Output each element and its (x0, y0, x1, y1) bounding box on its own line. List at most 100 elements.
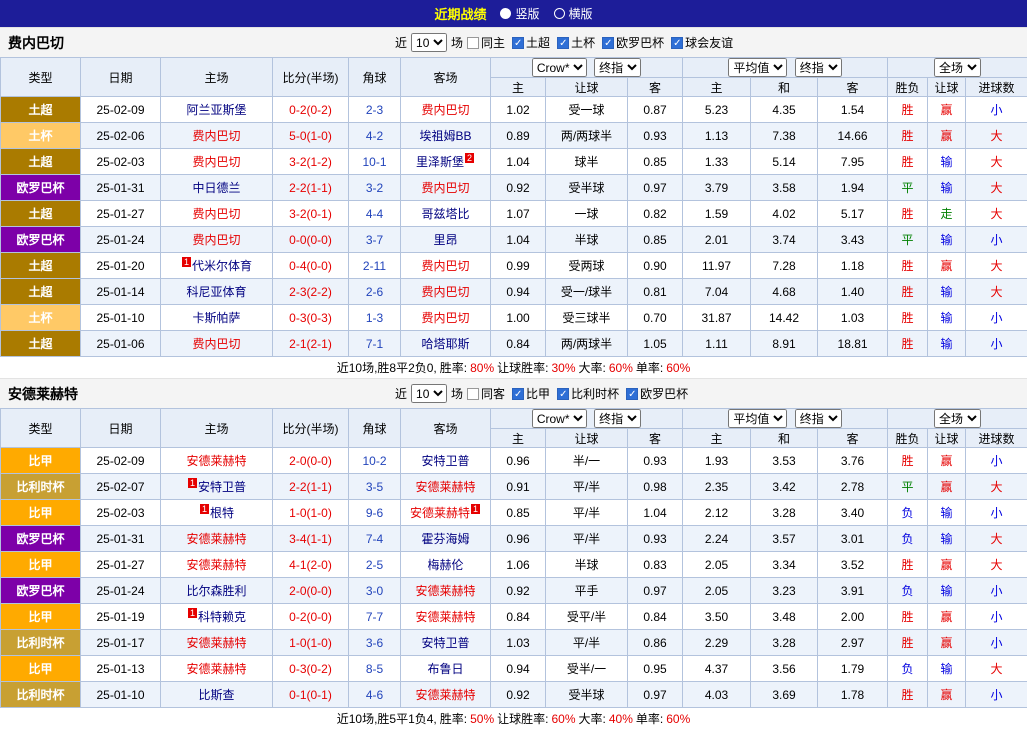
away-team-cell[interactable]: 安德莱赫特1 (401, 500, 491, 526)
team-link[interactable]: 安德莱赫特 (186, 558, 246, 572)
team-link[interactable]: 费内巴切 (192, 337, 240, 351)
team-link[interactable]: 费内巴切 (192, 207, 240, 221)
avg-stage-select[interactable]: 终指 (795, 58, 842, 77)
home-team-cell[interactable]: 费内巴切 (161, 123, 273, 149)
team-link[interactable]: 安德莱赫特 (186, 636, 246, 650)
away-team-cell[interactable]: 安特卫普 (401, 448, 491, 474)
team-link[interactable]: 科尼亚体育 (186, 285, 246, 299)
score-cell[interactable]: 0-2(0-2) (273, 97, 349, 123)
home-team-cell[interactable]: 1安特卫普 (161, 474, 273, 500)
score-cell[interactable]: 2-0(0-0) (273, 448, 349, 474)
scope-select[interactable]: 全场 (934, 58, 981, 77)
score-cell[interactable]: 0-1(0-1) (273, 682, 349, 708)
filter-check[interactable]: 同客 (467, 385, 505, 402)
home-team-cell[interactable]: 科尼亚体育 (161, 279, 273, 305)
score-cell[interactable]: 2-2(1-1) (273, 474, 349, 500)
checkbox-unchecked-icon[interactable] (467, 37, 479, 49)
away-team-cell[interactable]: 霍芬海姆 (401, 526, 491, 552)
team-link[interactable]: 费内巴切 (421, 285, 469, 299)
home-team-cell[interactable]: 费内巴切 (161, 201, 273, 227)
team-link[interactable]: 费内巴切 (192, 233, 240, 247)
away-team-cell[interactable]: 哈塔耶斯 (401, 331, 491, 357)
team-link[interactable]: 安德莱赫特 (415, 688, 475, 702)
team-link[interactable]: 安德莱赫特 (186, 662, 246, 676)
home-team-cell[interactable]: 1代米尔体育 (161, 253, 273, 279)
filter-check[interactable]: 同主 (467, 34, 505, 51)
away-team-cell[interactable]: 安特卫普 (401, 630, 491, 656)
score-cell[interactable]: 1-0(1-0) (273, 500, 349, 526)
team-link[interactable]: 中日德兰 (192, 181, 240, 195)
away-team-cell[interactable]: 哥兹塔比 (401, 201, 491, 227)
team-link[interactable]: 安德莱赫特 (415, 480, 475, 494)
home-team-cell[interactable]: 比斯查 (161, 682, 273, 708)
team-link[interactable]: 里泽斯堡 (416, 155, 464, 169)
odds-company-select[interactable]: Crow* (532, 409, 587, 428)
layout-option-vertical[interactable]: 竖版 (500, 5, 539, 22)
away-team-cell[interactable]: 费内巴切 (401, 279, 491, 305)
away-team-cell[interactable]: 里泽斯堡2 (401, 149, 491, 175)
radio-icon[interactable] (500, 8, 511, 19)
checkbox-checked-icon[interactable] (557, 388, 569, 400)
score-cell[interactable]: 5-0(1-0) (273, 123, 349, 149)
team-link[interactable]: 根特 (210, 506, 234, 520)
team-link[interactable]: 费内巴切 (421, 311, 469, 325)
team-link[interactable]: 安德莱赫特 (186, 532, 246, 546)
team-link[interactable]: 安特卫普 (421, 636, 469, 650)
recent-count-select[interactable]: 10 (411, 33, 447, 52)
team-link[interactable]: 费内巴切 (421, 259, 469, 273)
team-link[interactable]: 卡斯帕萨 (192, 311, 240, 325)
filter-check[interactable]: 球会友谊 (671, 34, 733, 51)
team-link[interactable]: 哈塔耶斯 (421, 337, 469, 351)
score-cell[interactable]: 2-1(2-1) (273, 331, 349, 357)
checkbox-checked-icon[interactable] (671, 37, 683, 49)
away-team-cell[interactable]: 埃祖姆BB (401, 123, 491, 149)
home-team-cell[interactable]: 费内巴切 (161, 149, 273, 175)
away-team-cell[interactable]: 费内巴切 (401, 175, 491, 201)
scope-select[interactable]: 全场 (934, 409, 981, 428)
away-team-cell[interactable]: 里昂 (401, 227, 491, 253)
away-team-cell[interactable]: 梅赫伦 (401, 552, 491, 578)
checkbox-checked-icon[interactable] (512, 388, 524, 400)
team-link[interactable]: 安特卫普 (198, 480, 246, 494)
team-link[interactable]: 费内巴切 (192, 155, 240, 169)
filter-check[interactable]: 土杯 (557, 34, 595, 51)
team-link[interactable]: 代米尔体育 (192, 259, 252, 273)
score-cell[interactable]: 3-4(1-1) (273, 526, 349, 552)
score-cell[interactable]: 2-3(2-2) (273, 279, 349, 305)
avg-company-select[interactable]: 平均值 (728, 58, 787, 77)
radio-icon[interactable] (554, 8, 565, 19)
team-link[interactable]: 费内巴切 (421, 181, 469, 195)
checkbox-checked-icon[interactable] (512, 37, 524, 49)
team-link[interactable]: 安德莱赫特 (410, 506, 470, 520)
checkbox-unchecked-icon[interactable] (467, 388, 479, 400)
odds-stage-select[interactable]: 终指 (594, 409, 641, 428)
team-link[interactable]: 埃祖姆BB (419, 129, 471, 143)
team-link[interactable]: 霍芬海姆 (421, 532, 469, 546)
score-cell[interactable]: 2-2(1-1) (273, 175, 349, 201)
away-team-cell[interactable]: 费内巴切 (401, 97, 491, 123)
score-cell[interactable]: 0-4(0-0) (273, 253, 349, 279)
team-link[interactable]: 阿兰亚斯堡 (186, 103, 246, 117)
team-link[interactable]: 比尔森胜利 (186, 584, 246, 598)
score-cell[interactable]: 0-2(0-0) (273, 604, 349, 630)
team-link[interactable]: 布鲁日 (427, 662, 463, 676)
team-link[interactable]: 梅赫伦 (427, 558, 463, 572)
score-cell[interactable]: 3-2(0-1) (273, 201, 349, 227)
away-team-cell[interactable]: 费内巴切 (401, 253, 491, 279)
score-cell[interactable]: 0-3(0-2) (273, 656, 349, 682)
odds-company-select[interactable]: Crow* (532, 58, 587, 77)
team-link[interactable]: 费内巴切 (421, 103, 469, 117)
away-team-cell[interactable]: 安德莱赫特 (401, 682, 491, 708)
home-team-cell[interactable]: 中日德兰 (161, 175, 273, 201)
team-link[interactable]: 安德莱赫特 (415, 610, 475, 624)
home-team-cell[interactable]: 安德莱赫特 (161, 630, 273, 656)
score-cell[interactable]: 0-0(0-0) (273, 227, 349, 253)
home-team-cell[interactable]: 安德莱赫特 (161, 656, 273, 682)
filter-check[interactable]: 比甲 (512, 385, 550, 402)
away-team-cell[interactable]: 安德莱赫特 (401, 474, 491, 500)
filter-check[interactable]: 欧罗巴杯 (626, 385, 688, 402)
home-team-cell[interactable]: 1根特 (161, 500, 273, 526)
filter-check[interactable]: 欧罗巴杯 (602, 34, 664, 51)
home-team-cell[interactable]: 比尔森胜利 (161, 578, 273, 604)
filter-check[interactable]: 比利时杯 (557, 385, 619, 402)
